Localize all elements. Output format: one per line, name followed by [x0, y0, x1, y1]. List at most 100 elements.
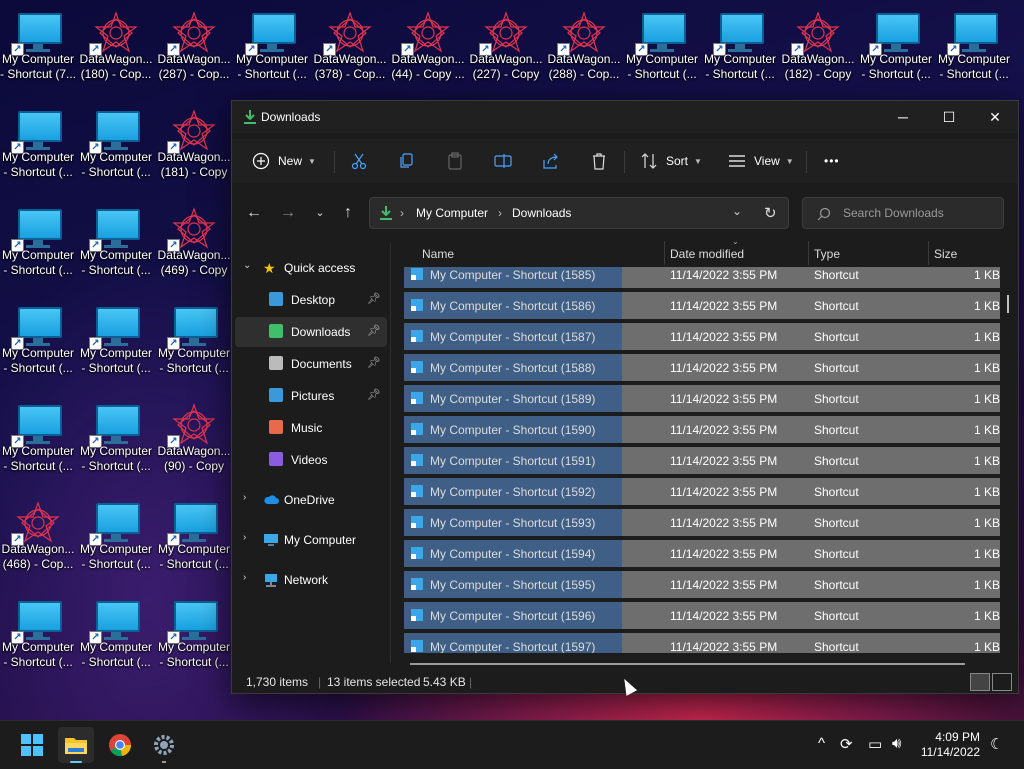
start-button[interactable]: [14, 727, 50, 763]
breadcrumb-downloads[interactable]: Downloads: [512, 206, 571, 220]
rename-button[interactable]: [494, 147, 512, 175]
desktop-icon-shortcut[interactable]: ↗ My Computer - Shortcut (...: [0, 199, 77, 295]
desktop-icon-shortcut[interactable]: ↗ DataWagon... (288) - Cop...: [545, 3, 623, 99]
name-cell[interactable]: My Computer - Shortcut (1597): [404, 633, 622, 653]
column-divider[interactable]: [664, 241, 665, 265]
sync-icon[interactable]: ⟳: [840, 735, 853, 753]
chevron-right-icon[interactable]: ›: [243, 532, 246, 543]
file-row[interactable]: My Computer - Shortcut (1593) 11/14/2022 …: [404, 509, 1000, 536]
refresh-icon[interactable]: ↻: [764, 204, 777, 222]
up-button[interactable]: ↑: [336, 201, 360, 225]
new-button[interactable]: New ▼: [252, 147, 316, 175]
name-cell[interactable]: My Computer - Shortcut (1589): [404, 385, 622, 412]
minimize-button[interactable]: ─: [880, 101, 926, 133]
desktop-icon-shortcut[interactable]: ↗ DataWagon... (468) - Cop...: [0, 493, 77, 589]
more-options-button[interactable]: •••: [824, 147, 840, 175]
desktop-icon-shortcut[interactable]: ↗ DataWagon... (182) - Copy: [779, 3, 857, 99]
desktop-icon-shortcut[interactable]: ↗ My Computer - Shortcut (...: [77, 297, 155, 393]
paste-button[interactable]: [446, 147, 464, 175]
pin-icon[interactable]: 📌︎: [367, 292, 381, 305]
chevron-right-icon[interactable]: ›: [243, 572, 246, 583]
file-row[interactable]: My Computer - Shortcut (1586) 11/14/2022 …: [404, 292, 1000, 319]
desktop-icon-shortcut[interactable]: ↗ DataWagon... (287) - Cop...: [155, 3, 233, 99]
file-list[interactable]: My Computer - Shortcut (1585) 11/14/2022 …: [404, 267, 1000, 653]
desktop-icon-shortcut[interactable]: ↗ My Computer - Shortcut (...: [77, 591, 155, 687]
file-row[interactable]: My Computer - Shortcut (1592) 11/14/2022 …: [404, 478, 1000, 505]
chevron-up-icon[interactable]: ^: [818, 735, 825, 752]
pin-icon[interactable]: 📌︎: [367, 324, 381, 337]
chevron-down-icon[interactable]: ⌄: [732, 204, 742, 218]
details-view-button[interactable]: [970, 673, 990, 691]
title-bar[interactable]: Downloads ─ ☐ ✕: [232, 101, 1018, 133]
forward-button[interactable]: →: [276, 201, 300, 225]
chrome-taskbar-button[interactable]: [102, 727, 138, 763]
desktop-icon-shortcut[interactable]: ↗ DataWagon... (378) - Cop...: [311, 3, 389, 99]
desktop-icon-shortcut[interactable]: ↗ DataWagon... (180) - Cop...: [77, 3, 155, 99]
desktop-icon-shortcut[interactable]: ↗ My Computer - Shortcut (7...: [0, 3, 77, 99]
file-row[interactable]: My Computer - Shortcut (1595) 11/14/2022 …: [404, 571, 1000, 598]
desktop-icon-shortcut[interactable]: ↗ My Computer - Shortcut (...: [935, 3, 1013, 99]
desktop-icon-shortcut[interactable]: ↗ My Computer - Shortcut (...: [0, 395, 77, 491]
horizontal-scrollbar[interactable]: [410, 663, 965, 665]
desktop-icon-shortcut[interactable]: ↗ My Computer - Shortcut (...: [233, 3, 311, 99]
pin-icon[interactable]: 📌︎: [367, 356, 381, 369]
name-cell[interactable]: My Computer - Shortcut (1590): [404, 416, 622, 443]
clock[interactable]: 4:09 PM 11/14/2022: [921, 730, 980, 760]
name-cell[interactable]: My Computer - Shortcut (1594): [404, 540, 622, 567]
desktop-icon-shortcut[interactable]: ↗ My Computer - Shortcut (...: [155, 493, 233, 589]
sort-button[interactable]: Sort ▼: [640, 147, 702, 175]
file-row[interactable]: My Computer - Shortcut (1596) 11/14/2022 …: [404, 602, 1000, 629]
sidebar-item-my-computer[interactable]: › My Computer: [235, 525, 387, 555]
vertical-scrollbar-thumb[interactable]: [1007, 295, 1009, 313]
pane-divider[interactable]: [390, 243, 391, 663]
desktop-icon-shortcut[interactable]: ↗ My Computer - Shortcut (...: [857, 3, 935, 99]
address-bar[interactable]: › My Computer › Downloads ⌄ ↻: [369, 197, 789, 229]
desktop-icon-shortcut[interactable]: ↗ My Computer - Shortcut (...: [77, 101, 155, 197]
name-cell[interactable]: My Computer - Shortcut (1586): [404, 292, 622, 319]
sidebar-item-quick-access[interactable]: ⌄ ★ Quick access: [235, 253, 387, 283]
search-box[interactable]: Search Downloads: [802, 197, 1004, 229]
file-row[interactable]: My Computer - Shortcut (1591) 11/14/2022 …: [404, 447, 1000, 474]
name-cell[interactable]: My Computer - Shortcut (1596): [404, 602, 622, 629]
chevron-right-icon[interactable]: ›: [243, 492, 246, 503]
sidebar-item-onedrive[interactable]: › OneDrive: [235, 485, 387, 515]
desktop-icon-shortcut[interactable]: ↗ DataWagon... (469) - Copy: [155, 199, 233, 295]
breadcrumb-my-computer[interactable]: My Computer: [416, 206, 488, 220]
desktop-icon-shortcut[interactable]: ↗ My Computer - Shortcut (...: [77, 395, 155, 491]
desktop-icon-shortcut[interactable]: ↗ My Computer - Shortcut (...: [623, 3, 701, 99]
close-button[interactable]: ✕: [972, 101, 1018, 133]
sidebar-item-desktop[interactable]: Desktop 📌︎: [235, 285, 387, 315]
name-cell[interactable]: My Computer - Shortcut (1592): [404, 478, 622, 505]
file-row[interactable]: My Computer - Shortcut (1589) 11/14/2022 …: [404, 385, 1000, 412]
file-row[interactable]: My Computer - Shortcut (1590) 11/14/2022 …: [404, 416, 1000, 443]
file-row[interactable]: My Computer - Shortcut (1594) 11/14/2022 …: [404, 540, 1000, 567]
desktop-icon-shortcut[interactable]: ↗ My Computer - Shortcut (...: [701, 3, 779, 99]
desktop-icon-shortcut[interactable]: ↗ My Computer - Shortcut (...: [155, 297, 233, 393]
sidebar-item-network[interactable]: › Network: [235, 565, 387, 595]
view-button[interactable]: View ▼: [728, 147, 794, 175]
desktop-icon-shortcut[interactable]: ↗ DataWagon... (227) - Copy: [467, 3, 545, 99]
file-row[interactable]: My Computer - Shortcut (1597) 11/14/2022 …: [404, 633, 1000, 653]
desktop-icon-shortcut[interactable]: ↗ My Computer - Shortcut (...: [77, 199, 155, 295]
name-cell[interactable]: My Computer - Shortcut (1585): [404, 267, 622, 288]
share-button[interactable]: [542, 147, 560, 175]
desktop-icon-shortcut[interactable]: ↗ DataWagon... (44) - Copy ...: [389, 3, 467, 99]
notifications-icon[interactable]: ☾: [990, 735, 1003, 753]
sidebar-item-pictures[interactable]: Pictures 📌︎: [235, 381, 387, 411]
file-row[interactable]: My Computer - Shortcut (1588) 11/14/2022 …: [404, 354, 1000, 381]
name-cell[interactable]: My Computer - Shortcut (1588): [404, 354, 622, 381]
monitor-icon[interactable]: ▭: [868, 735, 882, 753]
column-divider[interactable]: [928, 241, 929, 265]
column-divider[interactable]: [808, 241, 809, 265]
file-row[interactable]: My Computer - Shortcut (1585) 11/14/2022 …: [404, 267, 1000, 288]
name-cell[interactable]: My Computer - Shortcut (1591): [404, 447, 622, 474]
chevron-down-icon[interactable]: ⌄: [243, 260, 251, 271]
desktop-icon-shortcut[interactable]: ↗ My Computer - Shortcut (...: [155, 591, 233, 687]
recent-locations-button[interactable]: ⌄: [308, 201, 332, 225]
cut-button[interactable]: [350, 147, 368, 175]
desktop-icon-shortcut[interactable]: ↗ My Computer - Shortcut (...: [0, 101, 77, 197]
tiles-view-button[interactable]: [992, 673, 1012, 691]
volume-icon[interactable]: 🔊︎: [892, 735, 901, 752]
maximize-button[interactable]: ☐: [926, 101, 972, 133]
desktop-icon-shortcut[interactable]: ↗ My Computer - Shortcut (...: [0, 297, 77, 393]
